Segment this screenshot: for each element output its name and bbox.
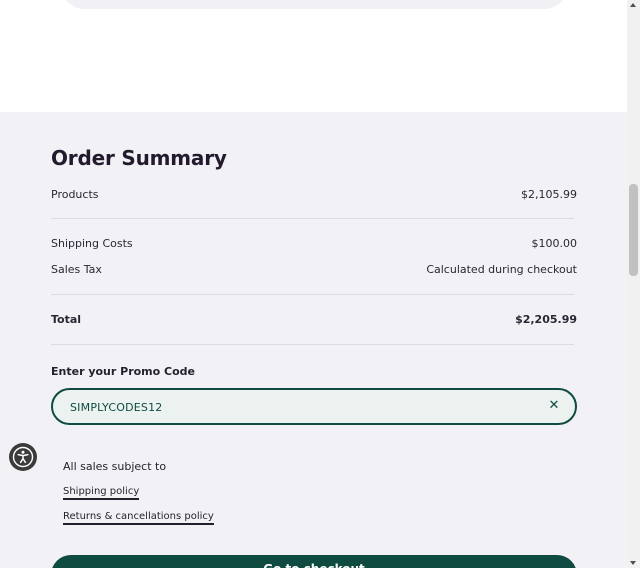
sales-tax-value: Calculated during checkout [426,263,577,276]
scroll-down-arrow-icon[interactable] [630,561,636,565]
accessibility-icon [12,446,34,468]
sales-tax-label: Sales Tax [51,263,102,276]
checkout-button[interactable]: Go to checkout [51,555,577,568]
products-label: Products [51,188,99,201]
order-summary-title: Order Summary [51,146,227,170]
top-content-area [0,0,627,112]
scrollbar-thumb[interactable] [629,184,638,276]
sales-policy-intro: All sales subject to [63,460,167,473]
page-scrollbar[interactable] [627,0,640,568]
close-icon[interactable]: ✕ [547,399,561,413]
shipping-costs-value: $100.00 [531,237,578,250]
total-value: $2,205.99 [515,313,577,326]
accessibility-button[interactable] [9,443,37,471]
shipping-costs-label: Shipping Costs [51,237,133,250]
total-label: Total [51,313,82,326]
shipping-policy-link[interactable]: Shipping policy [63,486,140,500]
divider [51,218,574,219]
products-value: $2,105.99 [521,188,577,201]
promo-code-label: Enter your Promo Code [51,365,195,378]
returns-cancellations-policy-link[interactable]: Returns & cancellations policy [63,511,214,525]
divider [51,294,574,295]
top-card-bottom-edge [62,0,567,9]
divider [51,344,574,345]
promo-code-value[interactable]: SIMPLYCODES12 [70,401,162,414]
promo-code-input[interactable]: SIMPLYCODES12 ✕ [51,388,577,425]
scroll-up-arrow-icon[interactable] [630,3,636,7]
